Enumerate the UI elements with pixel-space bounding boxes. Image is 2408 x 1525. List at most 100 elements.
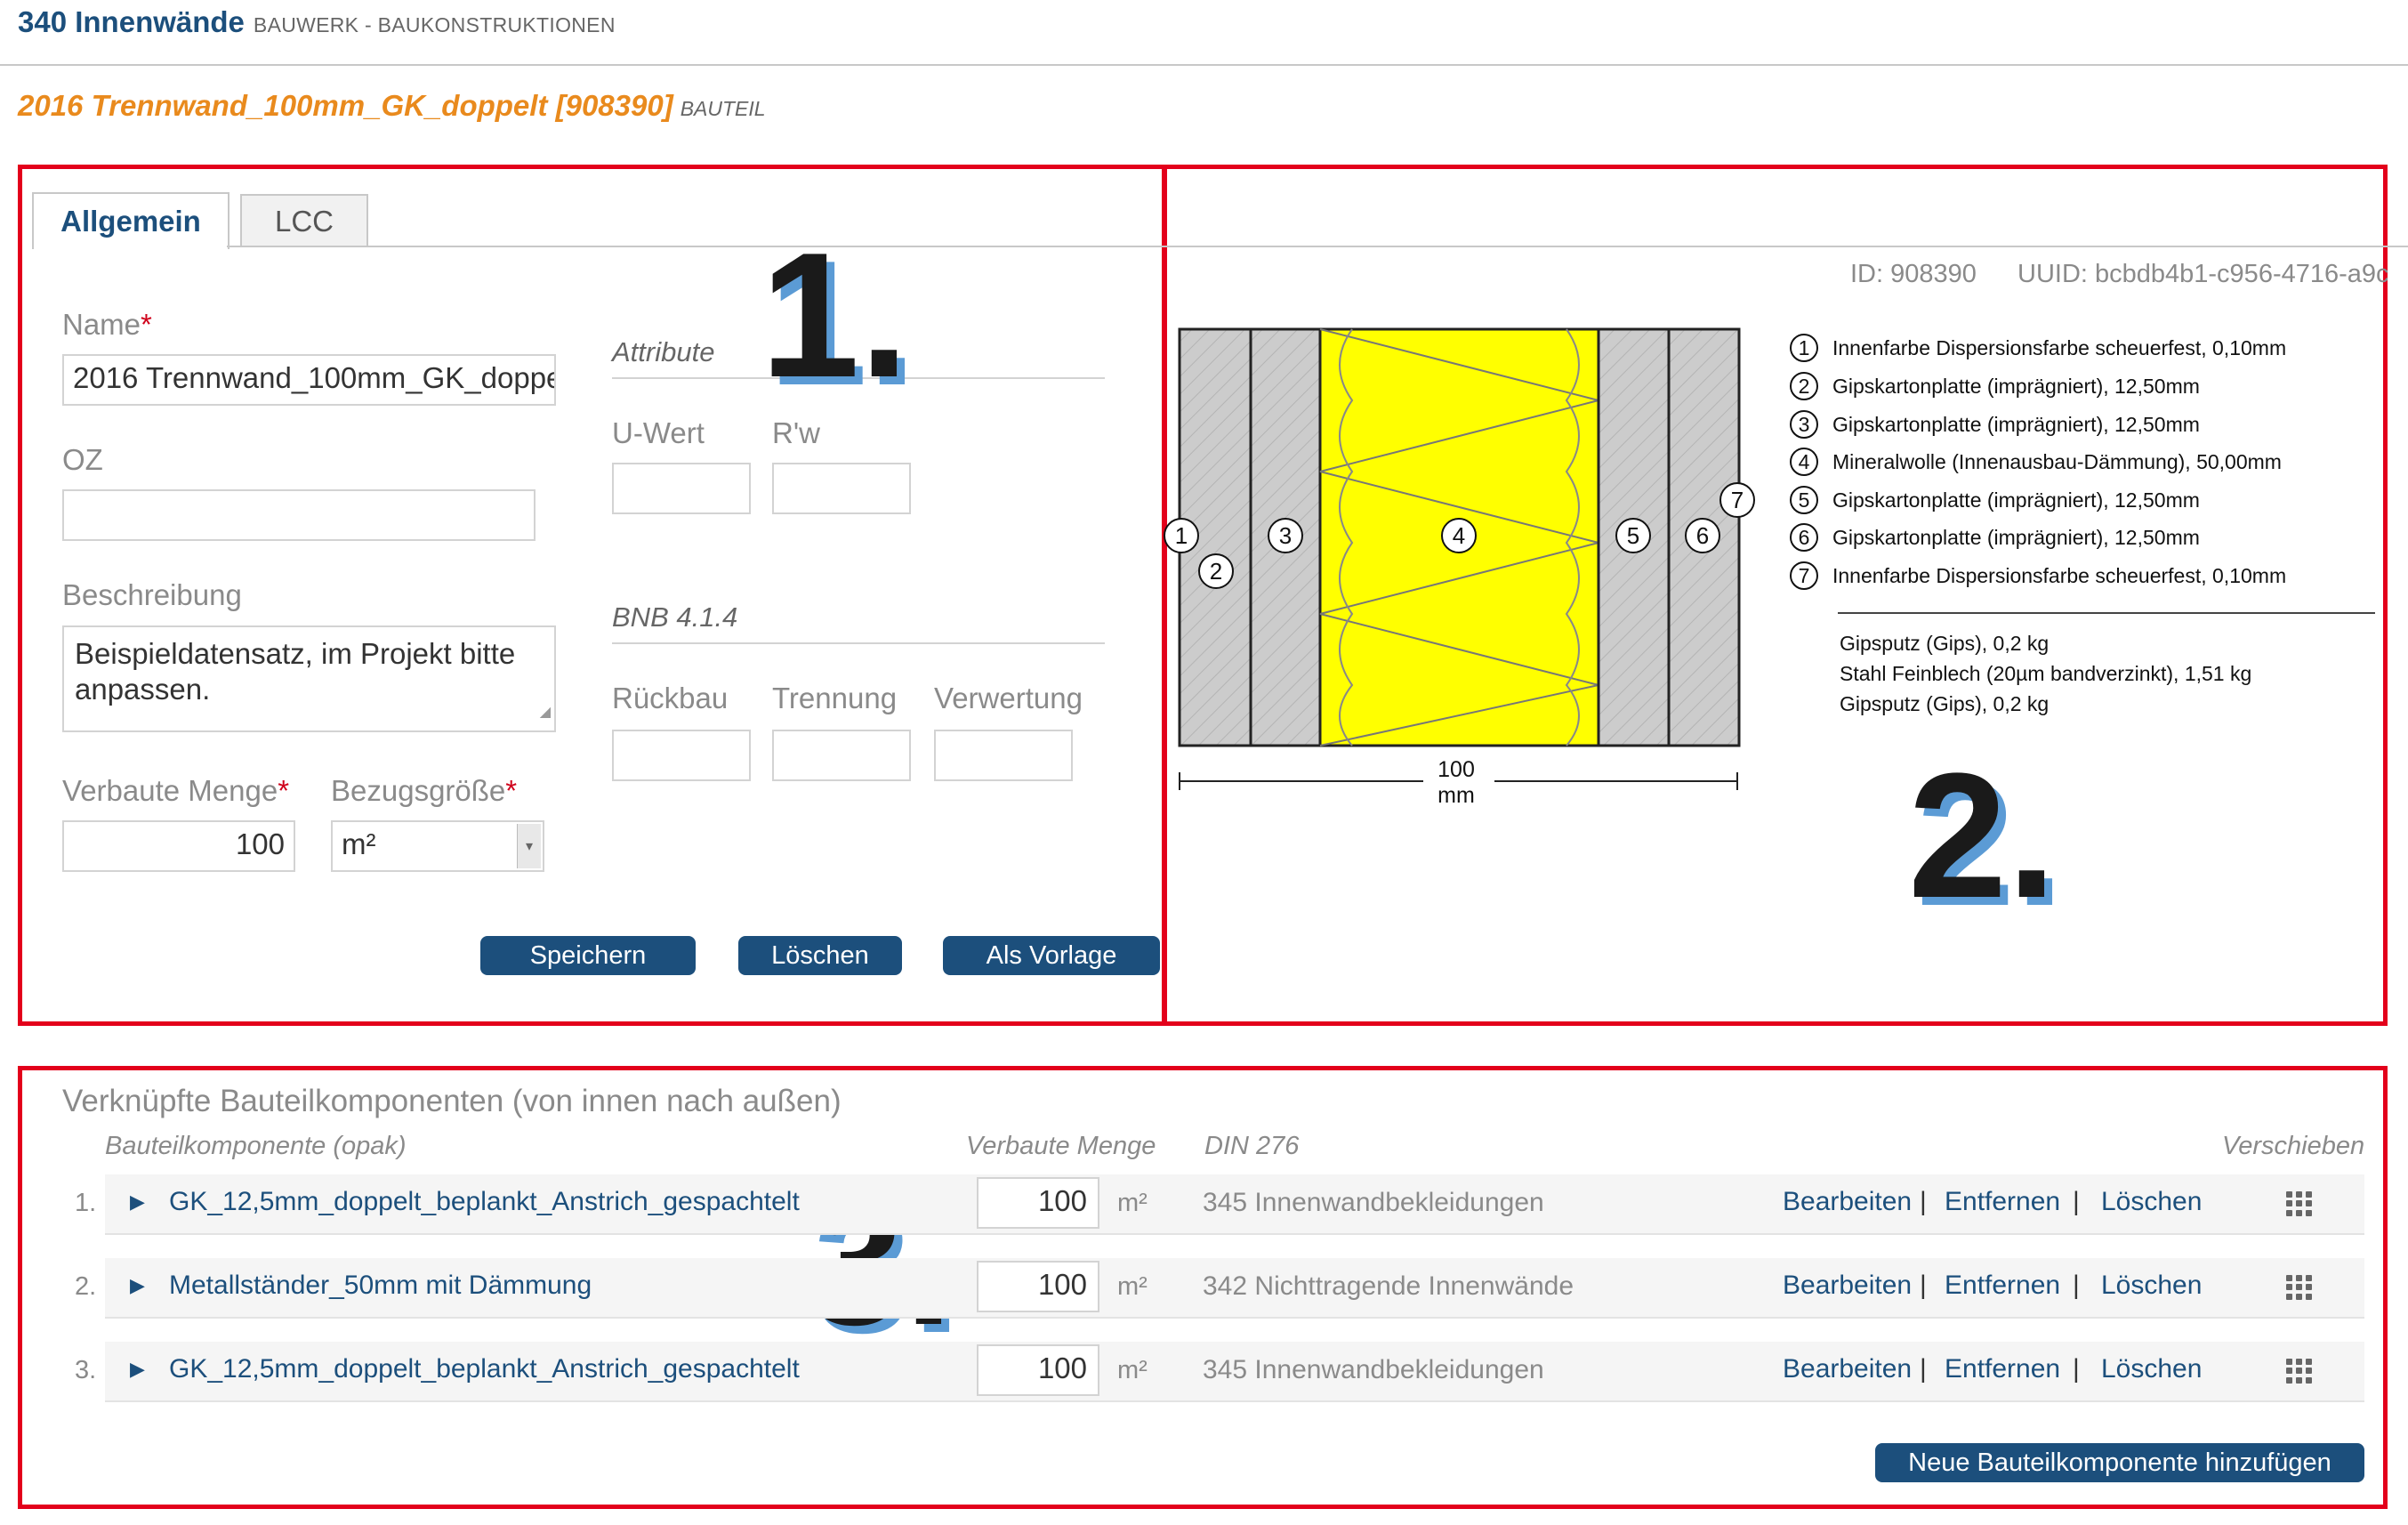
expand-triangle-icon[interactable]: ▶ <box>130 1274 145 1297</box>
delete-link[interactable]: Löschen <box>2101 1187 2202 1217</box>
save-button[interactable]: Speichern <box>480 936 696 975</box>
rw-label: R'w <box>772 416 820 449</box>
tab-bar-line <box>227 246 2408 247</box>
resize-handle-icon[interactable]: ◢ <box>540 695 551 730</box>
dimension-unit: mm <box>1438 783 1475 808</box>
template-button[interactable]: Als Vorlage <box>943 936 1160 975</box>
row-number: 3. <box>75 1356 97 1384</box>
bnb-title: BNB 4.1.4 <box>612 601 738 633</box>
legend-text: Gipskartonplatte (imprägniert), 12,50mm <box>1832 525 2200 549</box>
menge-input[interactable]: 100 <box>62 820 295 872</box>
header-divider <box>0 64 2408 66</box>
din-code: 345 Innenwandbekleidungen <box>1203 1188 1544 1218</box>
dimension-value: 100 <box>1438 757 1475 782</box>
required-mark: * <box>141 308 152 341</box>
bezug-select-value: m² <box>342 827 376 860</box>
delete-link[interactable]: Löschen <box>2101 1271 2202 1301</box>
components-title: Verknüpfte Bauteilkomponenten (von innen… <box>62 1084 842 1118</box>
legend-number: 6 <box>1790 523 1818 552</box>
action-separator: | <box>1920 1354 1927 1384</box>
layer-marker-1: 1 <box>1164 518 1199 553</box>
drag-handle-icon[interactable] <box>2286 1359 2313 1384</box>
rw-input[interactable] <box>772 463 911 514</box>
legend-text: Innenfarbe Dispersionsfarbe scheuerfest,… <box>1832 335 2287 359</box>
material-item: Gipsputz (Gips), 0,2 kg <box>1840 692 2050 715</box>
remove-link[interactable]: Entfernen <box>1945 1271 2060 1301</box>
legend-text: Mineralwolle (Innenausbau-Dämmung), 50,0… <box>1832 449 2282 473</box>
component-link[interactable]: GK_12,5mm_doppelt_beplankt_Anstrich_gesp… <box>169 1187 800 1217</box>
legend-number: 2 <box>1790 372 1818 400</box>
oz-input[interactable] <box>62 489 536 541</box>
edit-link[interactable]: Bearbeiten <box>1783 1271 1912 1301</box>
layer-marker-4-label: 4 <box>1453 522 1465 549</box>
u-wert-input[interactable] <box>612 463 751 514</box>
action-separator: | <box>1920 1271 1927 1300</box>
expand-triangle-icon[interactable]: ▶ <box>130 1190 145 1214</box>
legend-text: Gipskartonplatte (imprägniert), 12,50mm <box>1832 488 2200 512</box>
layer-marker-4: 4 <box>1441 518 1477 553</box>
add-component-button[interactable]: Neue Bauteilkomponente hinzufügen <box>1875 1443 2364 1482</box>
layer-marker-2: 2 <box>1198 553 1234 589</box>
tab-lcc[interactable]: LCC <box>240 194 368 247</box>
bezug-select[interactable]: m² ▾ <box>331 820 544 872</box>
action-separator: | <box>2073 1271 2080 1300</box>
materials-list: Gipsputz (Gips), 0,2 kg Stahl Feinblech … <box>1840 628 2251 719</box>
tab-allgemein[interactable]: Allgemein <box>32 192 230 249</box>
delete-button[interactable]: Löschen <box>738 936 902 975</box>
material-item: Gipsputz (Gips), 0,2 kg <box>1840 632 2050 655</box>
din-code: 342 Nichttragende Innenwände <box>1203 1271 1574 1302</box>
tab-allgemein-label: Allgemein <box>60 205 201 238</box>
component-title-text: 2016 Trennwand_100mm_GK_doppelt [908390] <box>18 89 673 122</box>
delete-link[interactable]: Löschen <box>2101 1354 2202 1384</box>
legend-text: Innenfarbe Dispersionsfarbe scheuerfest,… <box>1832 563 2287 587</box>
edit-link[interactable]: Bearbeiten <box>1783 1354 1912 1384</box>
layer-marker-3-label: 3 <box>1279 522 1292 549</box>
component-link[interactable]: Metallständer_50mm mit Dämmung <box>169 1271 592 1301</box>
layer-marker-7-label: 7 <box>1731 487 1744 513</box>
layer-marker-6: 6 <box>1685 518 1720 553</box>
beschreibung-label: Beschreibung <box>62 578 242 611</box>
row-number: 2. <box>75 1272 97 1301</box>
layer-marker-7: 7 <box>1719 482 1755 518</box>
name-input[interactable]: 2016 Trennwand_100mm_GK_doppelt <box>62 354 556 406</box>
verwertung-label: Verwertung <box>934 682 1083 714</box>
quantity-input[interactable]: 100 <box>977 1344 1099 1396</box>
header-quantity: Verbaute Menge <box>966 1132 1156 1160</box>
name-label: Name* <box>62 308 152 342</box>
menge-label-text: Verbaute Menge <box>62 774 278 807</box>
din-code-name: Innenwandbekleidungen <box>1254 1188 1544 1217</box>
legend-number: 3 <box>1790 410 1818 439</box>
chevron-down-icon[interactable]: ▾ <box>517 824 541 868</box>
remove-link[interactable]: Entfernen <box>1945 1187 2060 1217</box>
edit-link[interactable]: Bearbeiten <box>1783 1187 1912 1217</box>
legend-item: 2 Gipskartonplatte (imprägniert), 12,50mm <box>1790 372 2200 400</box>
remove-link[interactable]: Entfernen <box>1945 1354 2060 1384</box>
attribute-title: Attribute <box>612 336 715 367</box>
trennung-input[interactable] <box>772 730 911 781</box>
menge-label: Verbaute Menge* <box>62 774 289 808</box>
action-separator: | <box>1920 1187 1927 1216</box>
page-title-text: 340 Innenwände <box>18 5 245 38</box>
component-link[interactable]: GK_12,5mm_doppelt_beplankt_Anstrich_gesp… <box>169 1354 800 1384</box>
drag-handle-icon[interactable] <box>2286 1275 2313 1300</box>
expand-triangle-icon[interactable]: ▶ <box>130 1358 145 1381</box>
header-din: DIN 276 <box>1204 1132 1300 1160</box>
din-code: 345 Innenwandbekleidungen <box>1203 1355 1544 1385</box>
din-code-number: 342 <box>1203 1271 1248 1301</box>
page-title: 340 Innenwände BAUWERK - BAUKONSTRUKTIONE… <box>18 5 616 39</box>
legend-text: Gipskartonplatte (imprägniert), 12,50mm <box>1832 374 2200 398</box>
verwertung-input[interactable] <box>934 730 1073 781</box>
legend-item: 5 Gipskartonplatte (imprägniert), 12,50mm <box>1790 486 2200 514</box>
quantity-input[interactable]: 100 <box>977 1261 1099 1312</box>
rueckbau-input[interactable] <box>612 730 751 781</box>
trennung-label: Trennung <box>772 682 898 714</box>
quantity-input[interactable]: 100 <box>977 1177 1099 1229</box>
wall-section-drawing: 100 mm 1 2 3 4 5 6 7 <box>1164 327 1755 808</box>
layer-marker-5-label: 5 <box>1627 522 1639 549</box>
din-code-number: 345 <box>1203 1188 1248 1217</box>
beschreibung-textarea[interactable]: Beispieldatensatz, im Projekt bitte anpa… <box>62 625 556 732</box>
annotation-number-1: 1. <box>761 216 909 415</box>
drag-handle-icon[interactable] <box>2286 1191 2313 1216</box>
material-item: Stahl Feinblech (20µm bandverzinkt), 1,5… <box>1840 662 2252 685</box>
required-mark: * <box>505 774 518 807</box>
